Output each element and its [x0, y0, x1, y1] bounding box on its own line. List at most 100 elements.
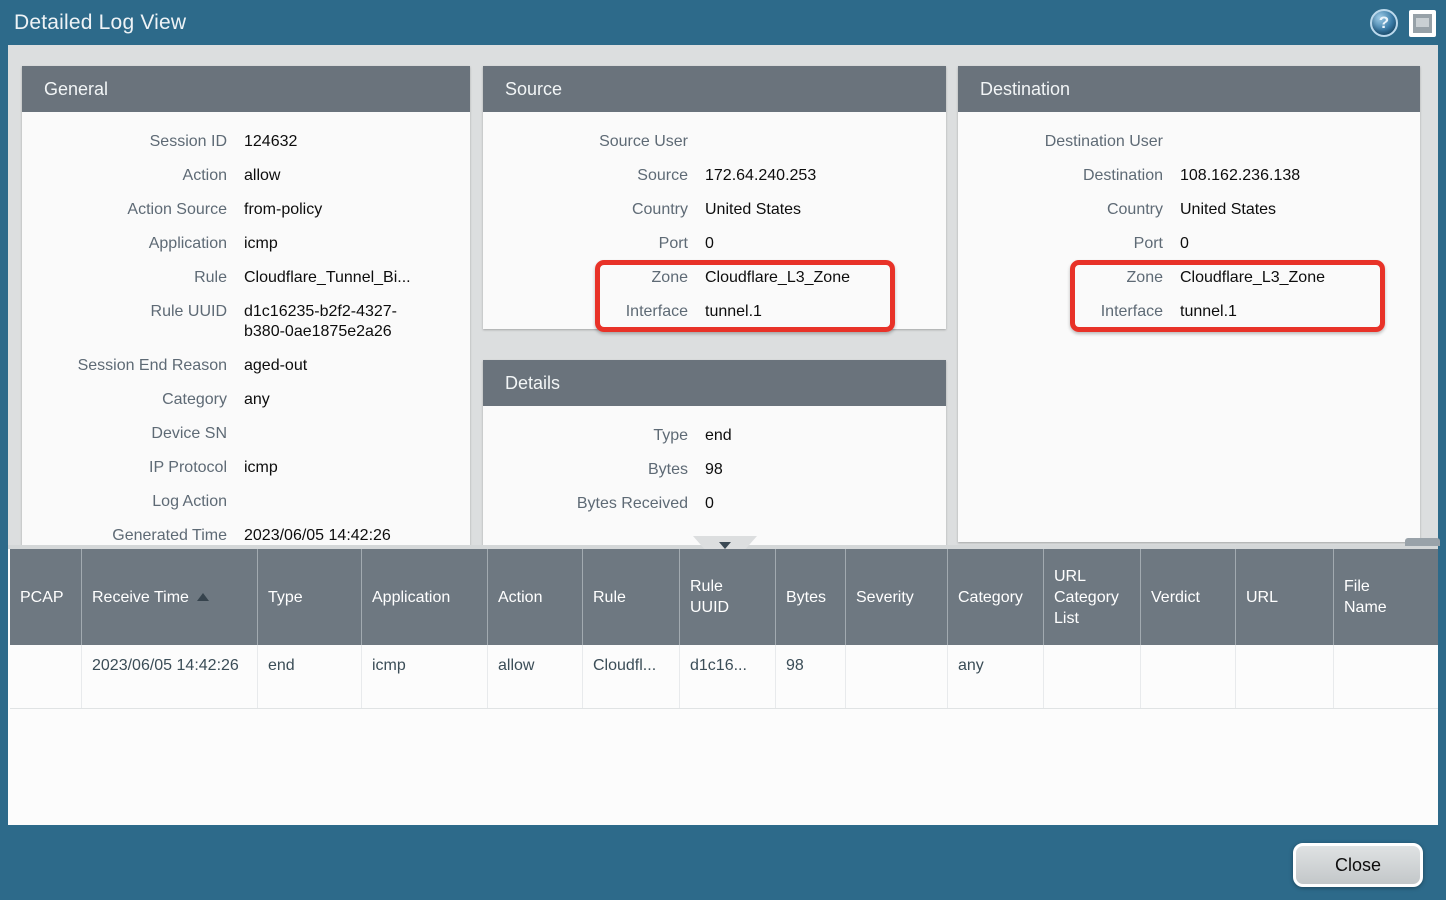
column-header-label: URL Category List	[1054, 566, 1130, 629]
field-label: Device SN	[22, 424, 227, 444]
general-panel-body: Session ID 124632 ActionallowAction Source…	[22, 112, 470, 545]
field-label: Interface	[483, 302, 688, 322]
source-panel-body: Source UserSource172.64.240.253 Country Un…	[483, 112, 946, 329]
column-header-verdict[interactable]: Verdict	[1141, 549, 1236, 645]
field-row-rule: Rule Cloudflare_Tunnel_Bi...	[22, 261, 470, 295]
column-header-pcap[interactable]: PCAP	[10, 549, 82, 645]
field-value: aged-out	[244, 356, 307, 376]
field-value: 124632	[244, 132, 297, 152]
field-label: Destination User	[958, 132, 1163, 152]
log-table-header-row: PCAP Receive Time TypeApplication Action Rul…	[10, 549, 1438, 645]
field-row-generated-time: Generated Time 2023/06/05 14:42:26	[22, 519, 470, 545]
page-title: Detailed Log View	[0, 11, 186, 35]
field-row-ip-protocol: IP Protocolicmp	[22, 451, 470, 485]
field-value: 0	[705, 494, 714, 514]
column-header-action[interactable]: Action	[488, 549, 583, 645]
column-header-label: File Name	[1344, 576, 1392, 618]
field-row-destination-user: Destination User	[958, 125, 1420, 159]
column-header-label: Bytes	[786, 587, 826, 608]
general-column: General Session ID124632ActionallowActio…	[22, 66, 470, 545]
field-row-log-action: Log Action	[22, 485, 470, 519]
column-header-label: Category	[958, 587, 1023, 608]
field-value: United States	[705, 200, 801, 220]
details-panel-header: Details	[483, 360, 946, 406]
field-row-country: CountryUnited States	[958, 193, 1420, 227]
column-header-rule[interactable]: Rule	[583, 549, 680, 645]
destination-column: Destination Destination User Destination1…	[958, 66, 1420, 542]
field-row-interface: Interfacetunnel.1	[483, 295, 946, 329]
field-value: Cloudflare_Tunnel_Bi...	[244, 268, 411, 288]
window-icon[interactable]	[1409, 10, 1436, 37]
scrollbar-corner	[1405, 538, 1440, 546]
general-panel: General Session ID124632ActionallowActio…	[22, 66, 470, 545]
cell-rule-uuid: d1c16...	[680, 645, 776, 708]
cell-bytes: 98	[776, 645, 846, 708]
column-header-category[interactable]: Category	[948, 549, 1044, 645]
titlebar-icons: ?	[1370, 9, 1436, 37]
cell-verdict	[1141, 645, 1236, 708]
column-header-rule-uuid[interactable]: Rule UUID	[680, 549, 776, 645]
column-header-severity[interactable]: Severity	[846, 549, 948, 645]
field-row-action-source: Action Sourcefrom-policy	[22, 193, 470, 227]
field-row-category: Categoryany	[22, 383, 470, 417]
column-header-label: Receive Time	[92, 587, 189, 608]
field-row-country: Country United States	[483, 193, 946, 227]
field-label: Session End Reason	[22, 356, 227, 376]
field-row-port: Port0	[958, 227, 1420, 261]
field-row-source: Source172.64.240.253	[483, 159, 946, 193]
field-label: Session ID	[22, 132, 227, 152]
field-row-source-user: Source User	[483, 125, 946, 159]
field-row-session-id: Session ID 124632	[22, 125, 470, 159]
field-label: Source	[483, 166, 688, 186]
field-value: any	[244, 390, 270, 410]
table-row[interactable]: 2023/06/05 14:42:26endicmpallowCloudfl..…	[10, 645, 1438, 709]
cell-action: allow	[488, 645, 583, 708]
field-value: d1c16235-b2f2-4327-b380-0ae1875e2a26	[244, 302, 426, 342]
field-value: 2023/06/05 14:42:26	[244, 526, 391, 545]
cell-type: end	[258, 645, 362, 708]
field-label: Country	[483, 200, 688, 220]
detail-area: General Session ID124632ActionallowActio…	[8, 45, 1438, 545]
destination-panel-header: Destination	[958, 66, 1420, 112]
column-header-label: Rule	[593, 587, 626, 608]
field-label: Type	[483, 426, 688, 446]
close-button[interactable]: Close	[1293, 843, 1423, 887]
column-header-type[interactable]: Type	[258, 549, 362, 645]
field-label: Application	[22, 234, 227, 254]
field-value: 98	[705, 460, 723, 480]
field-label: Rule	[22, 268, 227, 288]
field-label: Port	[958, 234, 1163, 254]
field-row-destination: Destination108.162.236.138	[958, 159, 1420, 193]
column-header-application[interactable]: Application	[362, 549, 488, 645]
details-panel-body: TypeendBytes98Bytes Received0	[483, 406, 946, 545]
field-label: Interface	[958, 302, 1163, 322]
field-row-action: Actionallow	[22, 159, 470, 193]
help-icon[interactable]: ?	[1370, 9, 1398, 37]
column-header-label: URL	[1246, 587, 1278, 608]
field-row-application: Applicationicmp	[22, 227, 470, 261]
field-label: Rule UUID	[22, 302, 227, 342]
log-table: PCAP Receive Time TypeApplication Action Rul…	[10, 549, 1438, 709]
cell-category: any	[948, 645, 1044, 708]
field-value: Cloudflare_L3_Zone	[705, 268, 850, 288]
column-header-url[interactable]: URL	[1236, 549, 1334, 645]
destination-panel-body: Destination User Destination108.162.236.1…	[958, 112, 1420, 542]
source-panel: Source Source UserSource172.64.240.253Co…	[483, 66, 946, 329]
field-value: end	[705, 426, 732, 446]
column-header-label: PCAP	[20, 587, 64, 608]
cell-rule: Cloudfl...	[583, 645, 680, 708]
column-header-receive-time[interactable]: Receive Time	[82, 549, 258, 645]
column-header-url-category-list[interactable]: URL Category List	[1044, 549, 1141, 645]
field-label: Destination	[958, 166, 1163, 186]
column-header-bytes[interactable]: Bytes	[776, 549, 846, 645]
column-header-label: Severity	[856, 587, 914, 608]
cell-file-name	[1334, 645, 1437, 708]
field-row-bytes-received: Bytes Received 0	[483, 487, 946, 521]
column-header-file-name[interactable]: File Name	[1334, 549, 1437, 645]
field-row-port: Port0	[483, 227, 946, 261]
field-value: from-policy	[244, 200, 322, 220]
field-row-zone: ZoneCloudflare_L3_Zone	[958, 261, 1420, 295]
field-label: Generated Time	[22, 526, 227, 545]
field-label: Bytes Received	[483, 494, 688, 514]
column-header-label: Action	[498, 587, 542, 608]
